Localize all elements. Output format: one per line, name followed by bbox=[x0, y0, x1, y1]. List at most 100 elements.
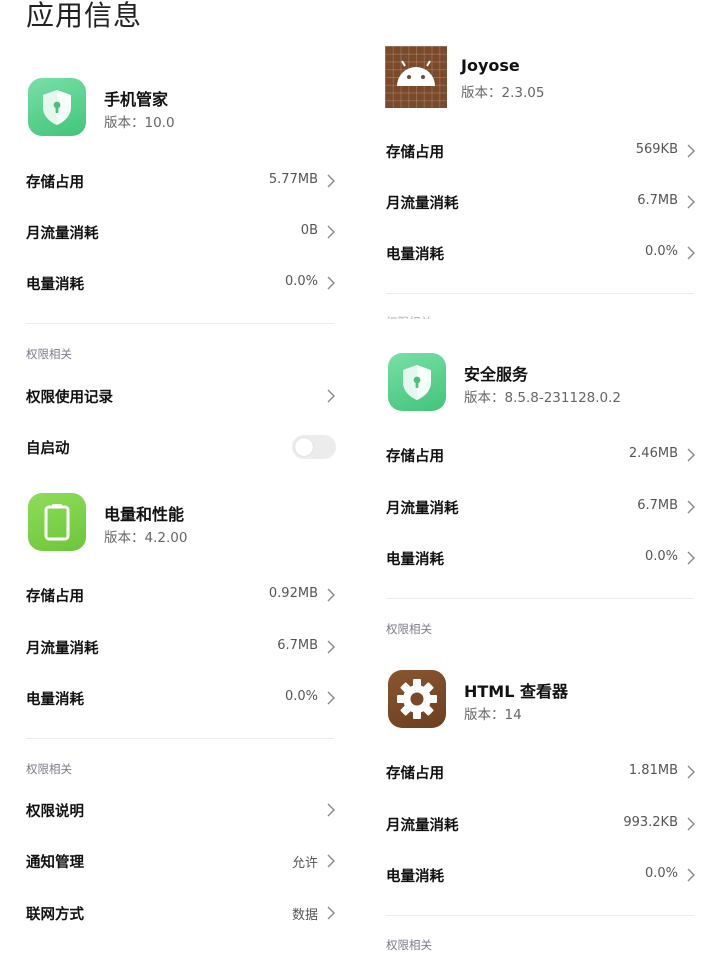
row-label: 存储占用 bbox=[26, 589, 84, 605]
storage-row[interactable]: 存储占用 5.77MB bbox=[26, 161, 336, 201]
divider bbox=[386, 293, 694, 294]
app-name: Joyose bbox=[461, 56, 520, 75]
autostart-toggle[interactable] bbox=[292, 435, 336, 459]
network-mode-row[interactable]: 联网方式 数据 bbox=[26, 893, 336, 933]
row-label: 存储占用 bbox=[26, 175, 84, 191]
data-usage-row[interactable]: 月流量消耗 6.7MB bbox=[386, 182, 696, 222]
divider bbox=[26, 323, 334, 324]
app-name: 电量和性能 bbox=[104, 505, 185, 524]
row-value: 0.0% bbox=[284, 689, 318, 704]
gear-icon bbox=[388, 670, 446, 728]
row-label: 月流量消耗 bbox=[386, 818, 459, 834]
row-value: 0.92MB bbox=[268, 586, 318, 601]
data-usage-row[interactable]: 月流量消耗 993.2KB bbox=[386, 804, 696, 844]
app-header-security-service: 安全服务 版本：8.5.8-231128.0.2 bbox=[388, 353, 708, 423]
data-usage-row[interactable]: 月流量消耗 0B bbox=[26, 212, 336, 252]
row-value: 0.0% bbox=[284, 274, 318, 289]
row-label: 权限使用记录 bbox=[26, 390, 113, 406]
chevron-right-icon bbox=[327, 854, 335, 868]
autostart-row: 自启动 bbox=[26, 427, 336, 467]
divider bbox=[386, 915, 694, 916]
chevron-right-icon bbox=[327, 389, 335, 403]
app-version: 版本：14 bbox=[464, 707, 522, 723]
chevron-right-icon bbox=[687, 448, 695, 462]
section-label-permissions: 权限相关 bbox=[26, 347, 72, 361]
chevron-right-icon bbox=[687, 551, 695, 565]
app-version: 版本：8.5.8-231128.0.2 bbox=[464, 390, 622, 406]
row-label: 电量消耗 bbox=[386, 552, 444, 568]
section-label-permissions: 权限相关 bbox=[386, 622, 432, 636]
chevron-right-icon bbox=[687, 195, 695, 209]
row-value: 993.2KB bbox=[623, 815, 678, 830]
row-value: 6.7MB bbox=[637, 193, 678, 208]
app-name: HTML 查看器 bbox=[464, 682, 568, 701]
notification-management-row[interactable]: 通知管理 允许 bbox=[26, 841, 336, 881]
row-value: 5.77MB bbox=[268, 172, 318, 187]
battery-icon bbox=[28, 493, 86, 551]
chevron-right-icon bbox=[327, 174, 335, 188]
row-value: 数据 bbox=[291, 908, 318, 923]
battery-usage-row[interactable]: 电量消耗 0.0% bbox=[26, 678, 336, 718]
chevron-right-icon bbox=[687, 500, 695, 514]
app-name: 安全服务 bbox=[464, 365, 529, 384]
battery-usage-row[interactable]: 电量消耗 0.0% bbox=[386, 855, 696, 895]
chevron-right-icon bbox=[327, 588, 335, 602]
row-label: 月流量消耗 bbox=[26, 226, 99, 242]
row-label: 电量消耗 bbox=[26, 277, 84, 293]
row-value: 2.46MB bbox=[628, 446, 678, 461]
row-label: 月流量消耗 bbox=[386, 501, 459, 517]
data-usage-row[interactable]: 月流量消耗 6.7MB bbox=[26, 627, 336, 667]
app-header-joyose: Joyose 版本：2.3.05 bbox=[385, 46, 705, 116]
divider bbox=[26, 738, 334, 739]
row-label: 月流量消耗 bbox=[386, 196, 459, 212]
permission-description-row[interactable]: 权限说明 bbox=[26, 790, 336, 830]
row-label: 存储占用 bbox=[386, 145, 444, 161]
chevron-right-icon bbox=[327, 691, 335, 705]
row-value: 6.7MB bbox=[637, 498, 678, 513]
chevron-right-icon bbox=[687, 144, 695, 158]
section-label-permissions: 权限相关 bbox=[386, 938, 432, 952]
storage-row[interactable]: 存储占用 1.81MB bbox=[386, 752, 696, 792]
storage-row[interactable]: 存储占用 0.92MB bbox=[26, 575, 336, 615]
row-label: 存储占用 bbox=[386, 766, 444, 782]
row-value: 569KB bbox=[635, 142, 678, 157]
left-column: 手机管家 版本：10.0 存储占用 5.77MB 月流量消耗 0B 电量消耗 0… bbox=[26, 0, 336, 960]
right-column: Joyose 版本：2.3.05 存储占用 569KB 月流量消耗 6.7MB … bbox=[385, 0, 696, 960]
permission-usage-record-row[interactable]: 权限使用记录 bbox=[26, 376, 336, 416]
chevron-right-icon bbox=[687, 817, 695, 831]
app-header-battery-performance: 电量和性能 版本：4.2.00 bbox=[28, 493, 348, 563]
data-usage-row[interactable]: 月流量消耗 6.7MB bbox=[386, 487, 696, 527]
row-label: 自启动 bbox=[26, 441, 70, 457]
battery-usage-row[interactable]: 电量消耗 0.0% bbox=[386, 538, 696, 578]
chevron-right-icon bbox=[687, 246, 695, 260]
app-header-html-viewer: HTML 查看器 版本：14 bbox=[388, 670, 708, 740]
app-version: 版本：2.3.05 bbox=[461, 85, 545, 101]
row-value: 0.0% bbox=[644, 244, 678, 259]
row-value: 允许 bbox=[291, 856, 318, 871]
row-label: 存储占用 bbox=[386, 449, 444, 465]
section-label-permissions: 权限相关 bbox=[26, 762, 72, 776]
android-icon bbox=[385, 46, 447, 108]
chevron-right-icon bbox=[327, 803, 335, 817]
app-version: 版本：10.0 bbox=[104, 115, 175, 131]
row-label: 权限说明 bbox=[26, 804, 84, 820]
storage-row[interactable]: 存储占用 2.46MB bbox=[386, 435, 696, 475]
chevron-right-icon bbox=[687, 868, 695, 882]
row-label: 电量消耗 bbox=[386, 247, 444, 263]
chevron-right-icon bbox=[687, 765, 695, 779]
toggle-knob bbox=[295, 438, 313, 456]
row-value: 0.0% bbox=[644, 549, 678, 564]
battery-usage-row[interactable]: 电量消耗 0.0% bbox=[26, 263, 336, 303]
row-label: 电量消耗 bbox=[386, 869, 444, 885]
section-label-permissions-cut: 权限相关 bbox=[386, 315, 432, 329]
chevron-right-icon bbox=[327, 906, 335, 920]
app-header-phone-manager: 手机管家 版本：10.0 bbox=[28, 78, 348, 148]
battery-usage-row[interactable]: 电量消耗 0.0% bbox=[386, 233, 696, 273]
row-label: 月流量消耗 bbox=[26, 641, 99, 657]
storage-row[interactable]: 存储占用 569KB bbox=[386, 131, 696, 171]
row-value: 6.7MB bbox=[277, 638, 318, 653]
chevron-right-icon bbox=[327, 640, 335, 654]
shield-lock-icon bbox=[388, 353, 446, 411]
row-value: 0.0% bbox=[644, 866, 678, 881]
row-value: 0B bbox=[300, 223, 318, 238]
